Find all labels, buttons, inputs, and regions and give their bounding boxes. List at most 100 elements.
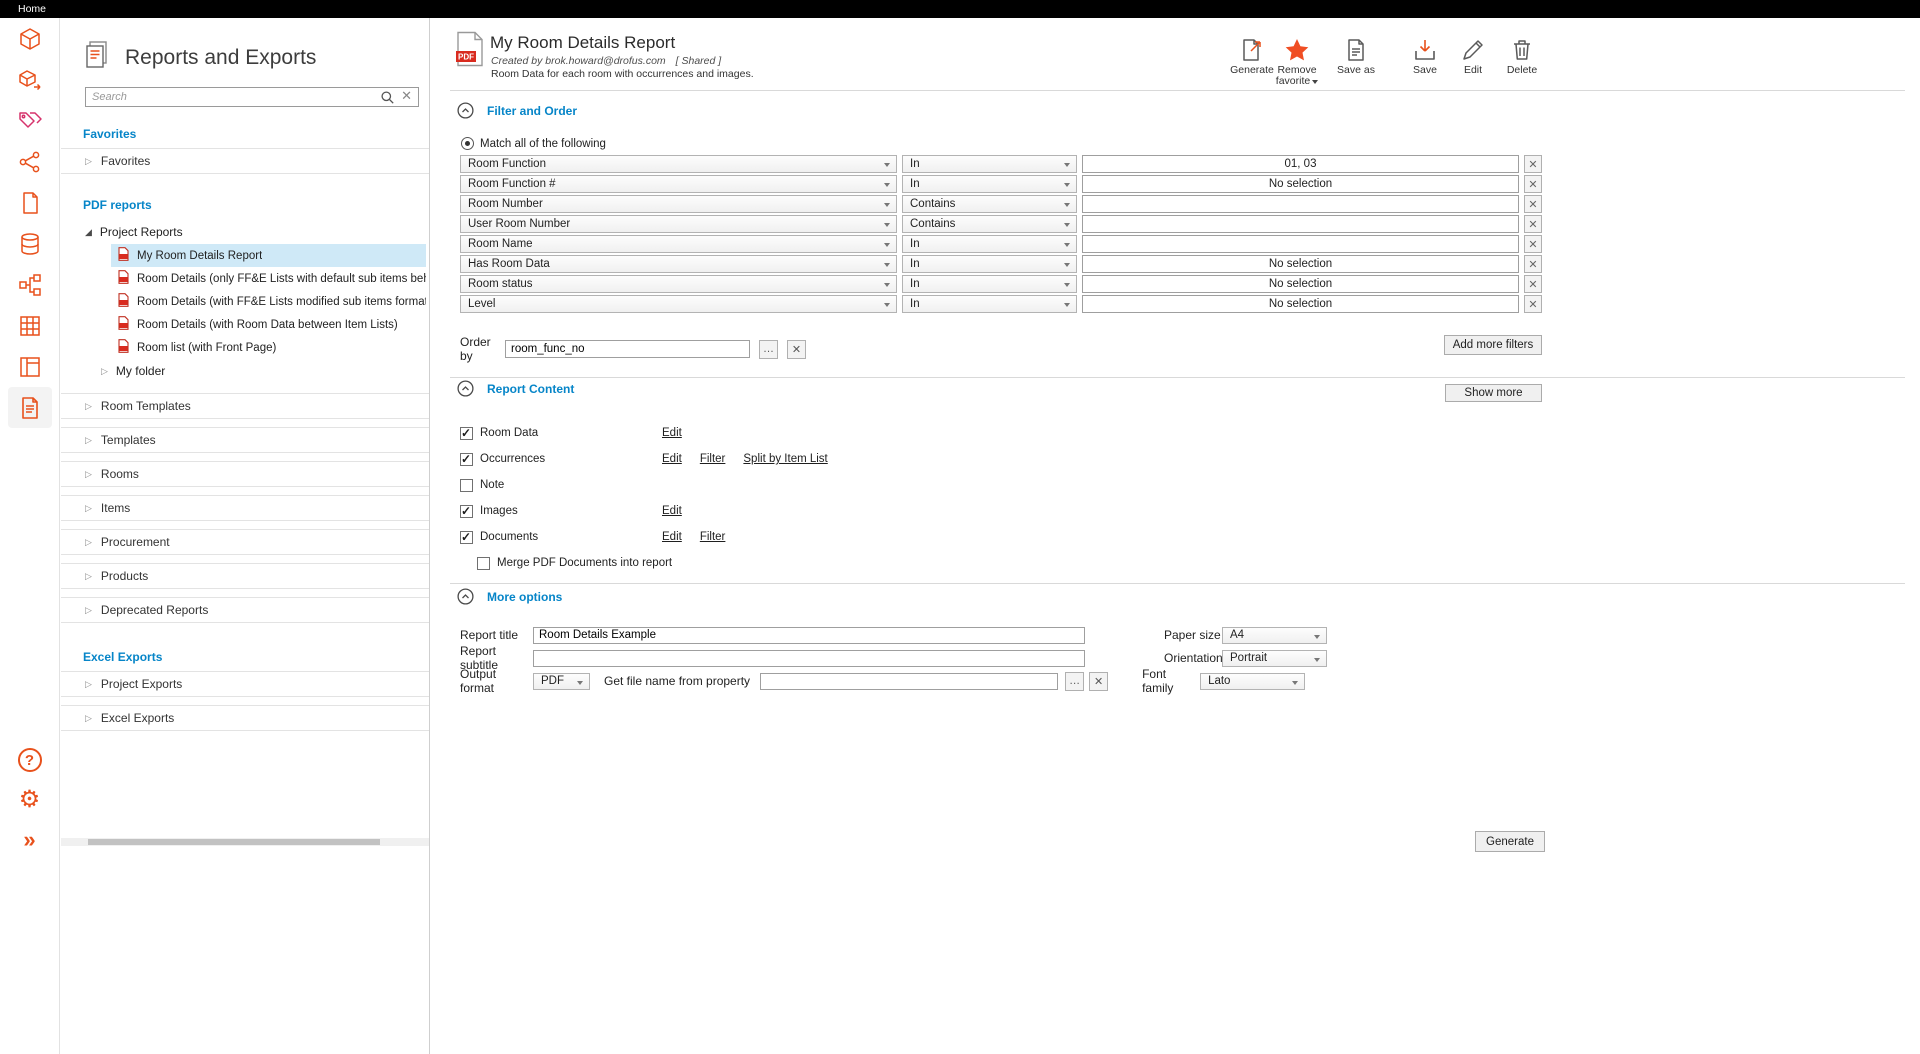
filter-operator-select[interactable]: In <box>902 175 1077 193</box>
generate-button[interactable]: Generate <box>1475 831 1545 852</box>
tags-icon[interactable] <box>8 100 52 141</box>
filter-operator-select[interactable]: In <box>902 275 1077 293</box>
filter-field-select[interactable]: Room Function # <box>460 175 897 193</box>
split-by-item-list-link[interactable]: Split by Item List <box>743 453 827 465</box>
search-icon[interactable] <box>380 90 395 110</box>
remove-filter-button[interactable]: ✕ <box>1524 195 1542 213</box>
help-icon[interactable]: ? <box>8 740 52 780</box>
filter-field-select[interactable]: Room Function <box>460 155 897 173</box>
report-subtitle-input[interactable] <box>533 650 1085 667</box>
report-item[interactable]: Room list (with Front Page) <box>111 336 426 359</box>
settings-gear-icon[interactable]: ⚙ <box>8 780 52 820</box>
room-data-checkbox[interactable] <box>460 427 473 440</box>
filter-value-input[interactable] <box>1082 195 1519 213</box>
report-item[interactable]: Room Details (with FF&E Lists modified s… <box>111 290 426 313</box>
remove-filter-button[interactable]: ✕ <box>1524 275 1542 293</box>
filter-value-selector[interactable]: 01, 03 <box>1082 155 1519 173</box>
report-title-input[interactable] <box>533 627 1085 644</box>
favorites-group-row[interactable]: ▷ Favorites <box>61 148 429 174</box>
collapse-filter-section-button[interactable] <box>457 102 474 119</box>
filter-field-select[interactable]: Has Room Data <box>460 255 897 273</box>
filter-operator-select[interactable]: In <box>902 295 1077 313</box>
save-toolbar-button[interactable]: Save <box>1403 36 1447 76</box>
filter-value-selector[interactable] <box>1082 235 1519 253</box>
remove-filter-button[interactable]: ✕ <box>1524 255 1542 273</box>
filter-field-select[interactable]: Room Name <box>460 235 897 253</box>
paper-size-select[interactable]: A4 <box>1222 627 1327 644</box>
building-icon[interactable] <box>8 305 52 346</box>
filter-operator-select[interactable]: In <box>902 235 1077 253</box>
collapse-options-section-button[interactable] <box>457 588 474 605</box>
show-more-button[interactable]: Show more <box>1445 384 1542 402</box>
file-name-clear-button[interactable]: ✕ <box>1089 672 1108 691</box>
expand-rail-icon[interactable]: » <box>8 820 52 860</box>
group-templates[interactable]: ▷ Templates <box>61 427 429 453</box>
filter-field-select[interactable]: User Room Number <box>460 215 897 233</box>
remove-filter-button[interactable]: ✕ <box>1524 215 1542 233</box>
group-deprecated-reports[interactable]: ▷ Deprecated Reports <box>61 597 429 623</box>
report-item[interactable]: Room Details (only FF&E Lists with defau… <box>111 267 426 290</box>
search-input[interactable] <box>85 87 419 107</box>
match-all-radio[interactable] <box>461 137 474 150</box>
orientation-select[interactable]: Portrait <box>1222 650 1327 667</box>
font-family-select[interactable]: Lato <box>1200 673 1305 690</box>
reports-icon[interactable] <box>8 387 52 428</box>
note-checkbox[interactable] <box>460 479 473 492</box>
remove-filter-button[interactable]: ✕ <box>1524 175 1542 193</box>
output-format-select[interactable]: PDF <box>533 673 590 690</box>
tree-node-my-folder[interactable]: ▷ My folder <box>61 359 429 383</box>
delete-toolbar-button[interactable]: Delete <box>1500 36 1544 76</box>
file-name-property-input[interactable] <box>760 673 1058 690</box>
occurrences-checkbox[interactable] <box>460 453 473 466</box>
network-icon[interactable] <box>8 141 52 182</box>
remove-filter-button[interactable]: ✕ <box>1524 295 1542 313</box>
filter-operator-select[interactable]: Contains <box>902 215 1077 233</box>
images-checkbox[interactable] <box>460 505 473 518</box>
filter-field-select[interactable]: Room status <box>460 275 897 293</box>
order-by-browse-button[interactable]: … <box>759 340 778 359</box>
documents-checkbox[interactable] <box>460 531 473 544</box>
filter-operator-select[interactable]: In <box>902 255 1077 273</box>
filter-value-selector[interactable]: No selection <box>1082 255 1519 273</box>
save-as-toolbar-button[interactable]: Save as <box>1331 36 1381 76</box>
home-menu[interactable]: Home <box>18 3 46 15</box>
filter-value-input[interactable] <box>1082 215 1519 233</box>
filter-operator-select[interactable]: Contains <box>902 195 1077 213</box>
filter-link[interactable]: Filter <box>700 453 726 465</box>
order-by-input[interactable] <box>505 340 750 358</box>
filter-field-select[interactable]: Room Number <box>460 195 897 213</box>
edit-link[interactable]: Edit <box>662 531 682 543</box>
remove-filter-button[interactable]: ✕ <box>1524 235 1542 253</box>
filter-value-selector[interactable]: No selection <box>1082 175 1519 193</box>
cube-icon[interactable] <box>8 18 52 59</box>
scrollbar-thumb[interactable] <box>88 839 380 845</box>
collapse-content-section-button[interactable] <box>457 380 474 397</box>
group-products[interactable]: ▷ Products <box>61 563 429 589</box>
remove-favorite-toolbar-button[interactable]: Remove favorite <box>1266 36 1328 87</box>
group-room-templates[interactable]: ▷ Room Templates <box>61 393 429 419</box>
workflow-icon[interactable] <box>8 264 52 305</box>
edit-link[interactable]: Edit <box>662 427 682 439</box>
horizontal-scrollbar[interactable] <box>61 838 429 846</box>
box-arrow-icon[interactable] <box>8 59 52 100</box>
panel-icon[interactable] <box>8 346 52 387</box>
edit-link[interactable]: Edit <box>662 505 682 517</box>
group-rooms[interactable]: ▷ Rooms <box>61 461 429 487</box>
group-excel-exports[interactable]: ▷ Excel Exports <box>61 705 429 731</box>
tree-node-project-reports[interactable]: ◢ Project Reports <box>61 220 429 244</box>
filter-link[interactable]: Filter <box>700 531 726 543</box>
document-icon[interactable] <box>8 182 52 223</box>
edit-link[interactable]: Edit <box>662 453 682 465</box>
database-icon[interactable] <box>8 223 52 264</box>
clear-search-icon[interactable]: ✕ <box>401 88 412 104</box>
file-name-browse-button[interactable]: … <box>1065 672 1084 691</box>
group-procurement[interactable]: ▷ Procurement <box>61 529 429 555</box>
group-project-exports[interactable]: ▷ Project Exports <box>61 671 429 697</box>
filter-value-selector[interactable]: No selection <box>1082 275 1519 293</box>
filter-field-select[interactable]: Level <box>460 295 897 313</box>
report-item-my-room-details[interactable]: My Room Details Report <box>111 244 426 267</box>
group-items[interactable]: ▷ Items <box>61 495 429 521</box>
edit-toolbar-button[interactable]: Edit <box>1453 36 1493 76</box>
merge-pdf-checkbox[interactable] <box>477 557 490 570</box>
add-more-filters-button[interactable]: Add more filters <box>1444 335 1542 355</box>
